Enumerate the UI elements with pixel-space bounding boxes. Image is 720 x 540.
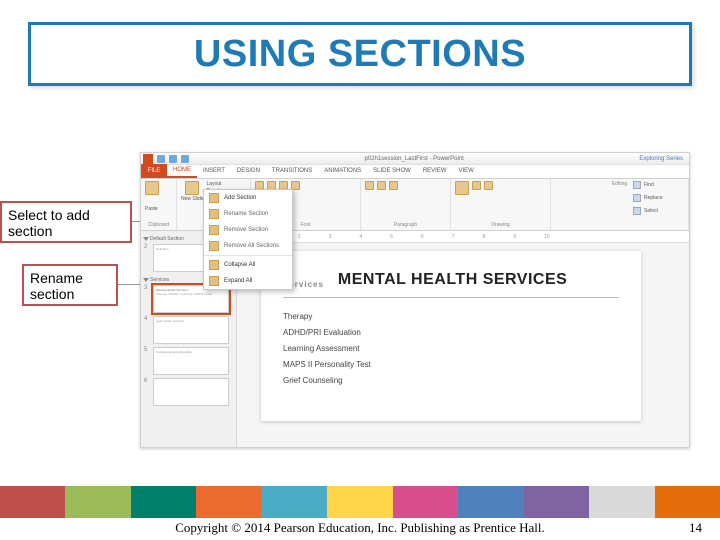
slide-title-box: USING SECTIONS: [28, 22, 692, 86]
menu-remove-section[interactable]: Remove Section: [204, 222, 292, 238]
bullet-5: Grief Counseling: [283, 376, 619, 385]
collapse-icon: [209, 260, 219, 270]
tab-transitions[interactable]: TRANSITIONS: [266, 164, 318, 178]
select-label[interactable]: Select: [644, 208, 658, 214]
menu-expand-all[interactable]: Expand All: [204, 273, 292, 289]
chevron-down-icon: [143, 237, 149, 241]
pp-branding: Exploring Series: [639, 156, 689, 162]
paste-label: Paste: [145, 206, 172, 212]
menu-add-section-label: Add Section: [224, 195, 256, 201]
thumb-num-5: 5: [144, 347, 150, 353]
bullets-icon[interactable]: [365, 181, 374, 190]
tab-review[interactable]: REVIEW: [417, 164, 453, 178]
bullet-3: Learning Assessment: [283, 344, 619, 353]
menu-remove-section-label: Remove Section: [224, 227, 268, 233]
tab-animations[interactable]: ANIMATIONS: [318, 164, 367, 178]
tab-insert[interactable]: INSERT: [197, 164, 231, 178]
thumb-6[interactable]: [153, 378, 229, 406]
page-number: 14: [689, 520, 702, 536]
undo-icon[interactable]: [169, 155, 177, 163]
slide-canvas: 12345678910 Services MENTAL HEALTH SERVI…: [237, 231, 689, 447]
section-dropdown-menu: Add Section Rename Section Remove Sectio…: [203, 189, 293, 290]
find-label[interactable]: Find: [644, 182, 654, 188]
find-icon[interactable]: [633, 181, 641, 189]
thumb-5[interactable]: Confidential and affordable: [153, 347, 229, 375]
group-editing-body: Find Replace Select: [633, 181, 685, 217]
shapes-icon[interactable]: [455, 181, 469, 195]
new-slide-icon[interactable]: [185, 181, 199, 195]
menu-collapse-all[interactable]: Collapse All: [204, 257, 292, 273]
section-services-label: Services: [150, 277, 169, 283]
thumb-num-2: 2: [144, 244, 150, 250]
group-paragraph: Paragraph: [365, 222, 446, 228]
layout-button[interactable]: Layout: [207, 181, 234, 187]
quick-access-toolbar: [157, 155, 189, 163]
compass-decoration: [0, 282, 160, 502]
slide-heading: MENTAL HEALTH SERVICES: [338, 271, 567, 289]
thumb-num-3: 3: [144, 285, 150, 291]
expand-icon: [209, 276, 219, 286]
thumb-num-6: 6: [144, 378, 150, 384]
menu-collapse-label: Collapse All: [224, 262, 255, 268]
menu-rename-section-label: Rename Section: [224, 211, 268, 217]
rename-section-icon: [209, 209, 219, 219]
slide-title: USING SECTIONS: [194, 33, 526, 76]
replace-label[interactable]: Replace: [644, 195, 662, 201]
callout-rename-section: Rename section: [22, 264, 118, 306]
bullet-4: MAPS II Personality Test: [283, 360, 619, 369]
paste-icon[interactable]: [145, 181, 159, 195]
new-slide-label: New Slide: [181, 196, 204, 202]
menu-rename-section[interactable]: Rename Section: [204, 206, 292, 222]
add-section-icon: [209, 193, 219, 203]
powerpoint-icon: [143, 154, 153, 164]
menu-add-section[interactable]: Add Section: [204, 190, 292, 206]
menu-separator: [204, 255, 292, 256]
replace-icon[interactable]: [633, 194, 641, 202]
bullet-2: ADHD/PRI Evaluation: [283, 328, 619, 337]
section-default-label: Default Section: [150, 236, 184, 242]
group-drawing: Drawing: [455, 222, 546, 228]
chevron-down-icon: [143, 278, 149, 282]
bullet-1: Therapy: [283, 312, 619, 321]
menu-expand-label: Expand All: [224, 278, 252, 284]
align-icon[interactable]: [389, 181, 398, 190]
copyright: Copyright © 2014 Pearson Education, Inc.…: [0, 520, 720, 536]
save-icon[interactable]: [157, 155, 165, 163]
menu-remove-all-label: Remove All Sections: [224, 243, 279, 249]
remove-section-icon: [209, 225, 219, 235]
tab-home[interactable]: HOME: [167, 164, 197, 178]
tab-file[interactable]: FILE: [141, 164, 167, 178]
group-clipboard: Clipboard: [145, 222, 172, 228]
powerpoint-window: p02h1session_LastFirst - PowerPoint Expl…: [140, 152, 690, 448]
tab-slideshow[interactable]: SLIDE SHOW: [367, 164, 417, 178]
ribbon: Paste Clipboard New Slide Layout Reset S…: [141, 179, 689, 231]
tab-view[interactable]: VIEW: [453, 164, 480, 178]
color-bar: [0, 486, 720, 518]
tab-design[interactable]: DESIGN: [231, 164, 266, 178]
arrange-icon[interactable]: [472, 181, 481, 190]
quickstyles-icon[interactable]: [484, 181, 493, 190]
redo-icon[interactable]: [181, 155, 189, 163]
active-slide[interactable]: Services MENTAL HEALTH SERVICES Therapy …: [261, 251, 641, 421]
menu-remove-all-sections[interactable]: Remove All Sections: [204, 238, 292, 254]
horizontal-ruler: 12345678910: [237, 231, 689, 243]
pp-window-title: p02h1session_LastFirst - PowerPoint: [189, 156, 639, 162]
callout-add-section: Select to add section: [0, 201, 132, 243]
ribbon-tabs: FILE HOME INSERT DESIGN TRANSITIONS ANIM…: [141, 165, 689, 179]
select-icon[interactable]: [633, 207, 641, 215]
numbering-icon[interactable]: [377, 181, 386, 190]
remove-all-icon: [209, 241, 219, 251]
thumb-num-4: 4: [144, 316, 150, 322]
thumb-4[interactable]: Learn about yourself: [153, 316, 229, 344]
